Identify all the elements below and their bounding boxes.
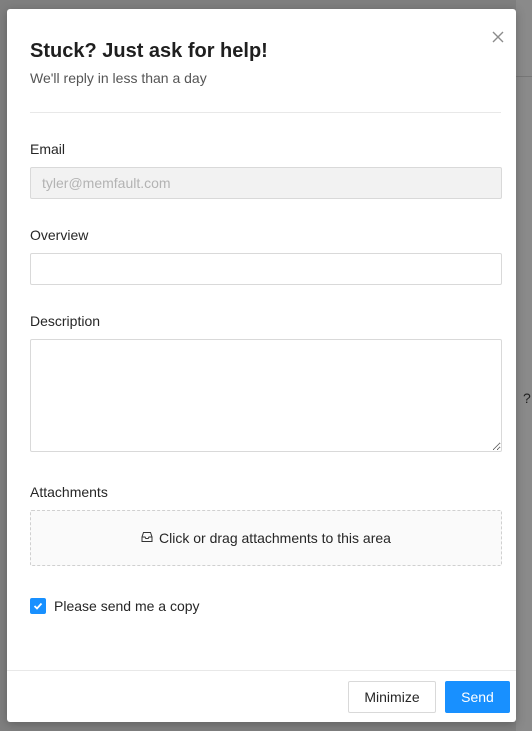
email-label: Email bbox=[30, 141, 66, 157]
backdrop-glyph: ? bbox=[523, 390, 531, 406]
modal-title: Stuck? Just ask for help! bbox=[30, 40, 268, 62]
backdrop-divider bbox=[516, 76, 532, 77]
help-modal: Stuck? Just ask for help! We'll reply in… bbox=[7, 9, 516, 722]
header-divider bbox=[30, 112, 501, 113]
dropzone-content: Click or drag attachments to this area bbox=[141, 530, 391, 546]
inbox-icon bbox=[141, 530, 153, 546]
footer-divider bbox=[7, 670, 516, 671]
description-label: Description bbox=[30, 313, 101, 329]
check-icon bbox=[33, 602, 43, 610]
copy-checkbox-row[interactable]: Please send me a copy bbox=[30, 598, 200, 614]
dropzone-text: Click or drag attachments to this area bbox=[159, 530, 391, 546]
modal-subtitle: We'll reply in less than a day bbox=[30, 70, 207, 86]
close-icon[interactable] bbox=[490, 29, 506, 45]
description-textarea[interactable] bbox=[30, 339, 502, 452]
backdrop bbox=[516, 0, 532, 731]
copy-checkbox[interactable] bbox=[30, 598, 46, 614]
minimize-button[interactable]: Minimize bbox=[348, 681, 436, 713]
attachments-label: Attachments bbox=[30, 484, 108, 500]
attachments-dropzone[interactable]: Click or drag attachments to this area bbox=[30, 510, 502, 566]
send-button[interactable]: Send bbox=[445, 681, 510, 713]
overview-input[interactable] bbox=[30, 253, 502, 285]
copy-checkbox-label: Please send me a copy bbox=[54, 598, 200, 614]
overview-label: Overview bbox=[30, 227, 89, 243]
email-field[interactable] bbox=[30, 167, 502, 199]
